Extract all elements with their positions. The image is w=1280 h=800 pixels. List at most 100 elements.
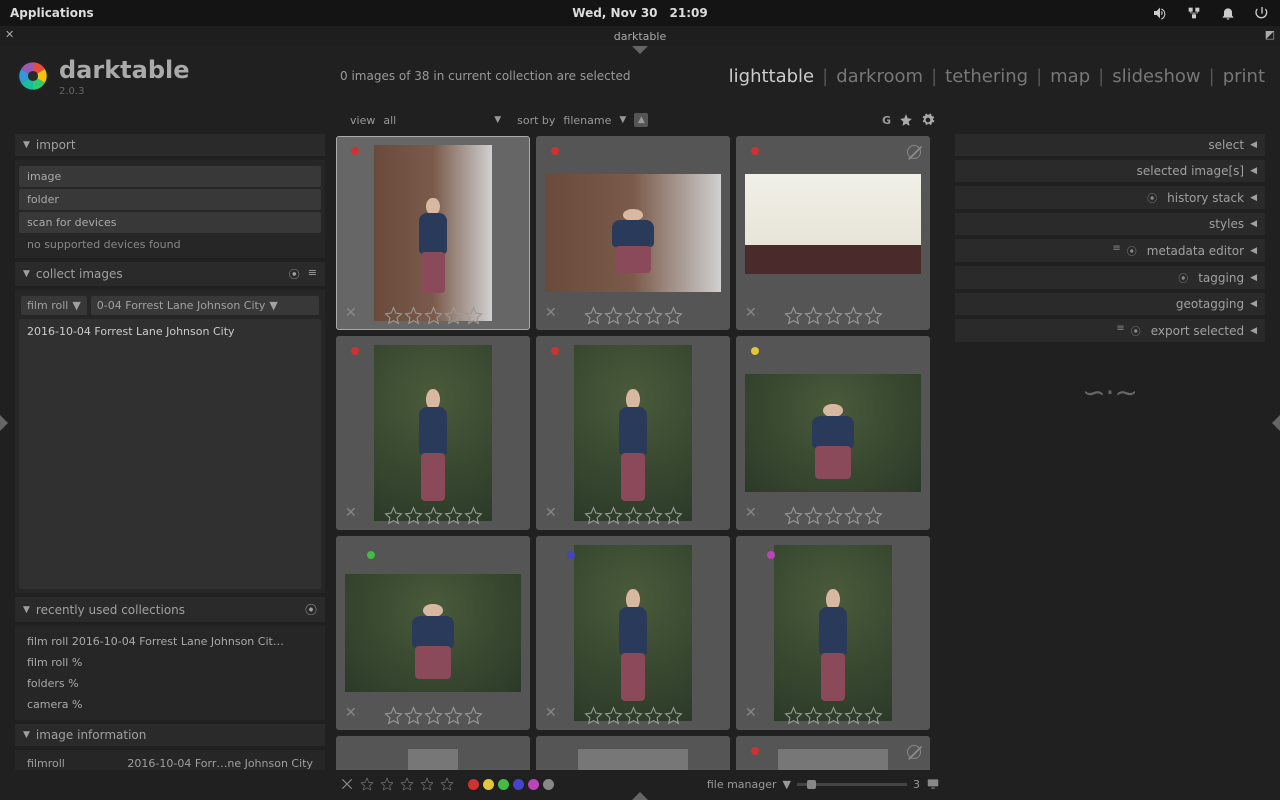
recent-item[interactable]: film roll 2016-10-04 Forrest Lane Johnso… <box>19 632 321 651</box>
thumbnail[interactable]: ✕ <box>336 336 530 530</box>
star-overlay-icon[interactable] <box>899 113 913 127</box>
info-panel-header[interactable]: ▼ image information <box>15 724 325 746</box>
mode-print[interactable]: print <box>1223 66 1265 87</box>
mode-lighttable[interactable]: lighttable <box>729 66 814 87</box>
reset-icon[interactable]: ⦿ <box>1127 243 1137 258</box>
presets-icon[interactable]: ≡ <box>1116 323 1124 338</box>
collect-panel-header[interactable]: ▼ collect images ⦿ ≡ <box>15 262 325 286</box>
thumbnail[interactable]: ✕ <box>536 536 730 730</box>
star-rating[interactable] <box>737 306 929 325</box>
star-5-icon[interactable] <box>440 777 454 791</box>
reset-icon[interactable]: ⦿ <box>289 266 300 282</box>
network-icon[interactable] <box>1186 5 1202 21</box>
thumbnail[interactable] <box>336 736 530 770</box>
import-scan-for-devices[interactable]: scan for devices <box>19 212 321 233</box>
reset-icon[interactable]: ⦿ <box>1178 270 1188 285</box>
thumbnail[interactable]: ✕ <box>736 536 930 730</box>
recent-item[interactable]: film roll % <box>19 653 321 672</box>
recent-item[interactable]: folders % <box>19 674 321 693</box>
app-logo-icon <box>15 58 51 94</box>
panel-metadata-editor[interactable]: ≡⦿metadata editor◀ <box>955 239 1265 262</box>
thumbnail[interactable] <box>536 736 730 770</box>
chevron-down-icon[interactable]: ▼ <box>619 115 626 125</box>
collect-rule-type-dropdown[interactable]: film roll▼ <box>21 296 87 315</box>
zoom-slider[interactable] <box>797 783 907 786</box>
panel-export-selected[interactable]: ≡⦿export selected◀ <box>955 319 1265 342</box>
mode-map[interactable]: map <box>1050 66 1090 87</box>
thumbnail[interactable]: ✕ <box>536 336 730 530</box>
collection-list-item[interactable]: 2016-10-04 Forrest Lane Johnson City <box>19 319 321 589</box>
mode-darkroom[interactable]: darkroom <box>836 66 923 87</box>
color-filter-dot[interactable] <box>468 779 479 790</box>
flourish-decoration: ∽⋅∼ <box>955 346 1265 440</box>
thumbnail[interactable]: ✕ <box>736 136 930 330</box>
layout-dropdown[interactable]: file manager <box>707 778 777 791</box>
sort-dropdown[interactable]: filename <box>563 114 611 127</box>
color-filter-dot[interactable] <box>513 779 524 790</box>
star-rating[interactable] <box>337 306 529 325</box>
group-toggle[interactable]: G <box>882 114 891 127</box>
thumbnail[interactable] <box>736 736 930 770</box>
display-icon[interactable] <box>926 777 940 791</box>
presets-icon[interactable]: ≡ <box>308 266 317 282</box>
star-rating[interactable] <box>537 506 729 525</box>
chevron-down-icon[interactable]: ▼ <box>494 115 501 125</box>
import-image[interactable]: image <box>19 166 321 187</box>
collect-rule-value-dropdown[interactable]: 0-04 Forrest Lane Johnson City▼ <box>91 296 319 315</box>
panel-select[interactable]: select◀ <box>955 134 1265 156</box>
import-panel-header[interactable]: ▼ import <box>15 134 325 156</box>
view-dropdown[interactable]: all <box>383 114 396 127</box>
recent-panel-header[interactable]: ▼ recently used collections ⦿ <box>15 597 325 622</box>
star-1-icon[interactable] <box>360 777 374 791</box>
reject-rating-icon[interactable] <box>340 777 354 791</box>
chevron-down-icon[interactable]: ▼ <box>783 778 791 791</box>
window-title: darktable <box>614 30 666 43</box>
star-4-icon[interactable] <box>420 777 434 791</box>
collapse-top-icon[interactable] <box>632 46 648 54</box>
maximize-button[interactable]: ◩ <box>1265 28 1275 41</box>
star-2-icon[interactable] <box>380 777 394 791</box>
thumbnail[interactable]: ✕ <box>736 336 930 530</box>
sort-label: sort by <box>517 114 555 127</box>
color-filter-dot[interactable] <box>543 779 554 790</box>
color-filter-dot[interactable] <box>498 779 509 790</box>
panel-tagging[interactable]: ⦿tagging◀ <box>955 266 1265 289</box>
power-icon[interactable] <box>1254 5 1270 21</box>
app-menu[interactable]: Applications <box>10 6 94 20</box>
close-button[interactable]: ✕ <box>5 28 14 41</box>
reset-icon[interactable]: ⦿ <box>1147 190 1157 205</box>
star-rating[interactable] <box>737 706 929 725</box>
panel-geotagging[interactable]: geotagging◀ <box>955 293 1265 315</box>
star-rating[interactable] <box>337 706 529 725</box>
triangle-left-icon: ◀ <box>1250 193 1257 203</box>
star-3-icon[interactable] <box>400 777 414 791</box>
reset-icon[interactable]: ⦿ <box>305 601 317 618</box>
thumbnail[interactable]: ✕ <box>336 136 530 330</box>
thumbnail[interactable]: ✕ <box>536 136 730 330</box>
thumbnail[interactable]: ✕ <box>336 536 530 730</box>
star-rating[interactable] <box>737 506 929 525</box>
panel-selected-image-s-[interactable]: selected image[s]◀ <box>955 160 1265 182</box>
sort-direction-button[interactable]: ▲ <box>634 113 648 127</box>
thumbnail-image <box>574 545 692 721</box>
panel-styles[interactable]: styles◀ <box>955 213 1265 235</box>
color-filter-dot[interactable] <box>483 779 494 790</box>
panel-history-stack[interactable]: ⦿history stack◀ <box>955 186 1265 209</box>
star-rating[interactable] <box>337 506 529 525</box>
collapse-right-icon[interactable] <box>1272 415 1280 431</box>
gear-icon[interactable] <box>921 113 935 127</box>
recent-item[interactable]: camera % <box>19 695 321 714</box>
mode-slideshow[interactable]: slideshow <box>1112 66 1200 87</box>
import-folder[interactable]: folder <box>19 189 321 210</box>
presets-icon[interactable]: ≡ <box>1112 243 1120 258</box>
mode-tethering[interactable]: tethering <box>945 66 1028 87</box>
collapse-left-icon[interactable] <box>0 415 8 431</box>
star-rating[interactable] <box>537 706 729 725</box>
triangle-down-icon: ▼ <box>23 269 30 279</box>
star-rating[interactable] <box>537 306 729 325</box>
volume-icon[interactable] <box>1152 5 1168 21</box>
mode-switcher: lighttable|darkroom|tethering|map|slides… <box>729 66 1265 87</box>
notifications-icon[interactable] <box>1220 5 1236 21</box>
color-filter-dot[interactable] <box>528 779 539 790</box>
reset-icon[interactable]: ⦿ <box>1131 323 1141 338</box>
